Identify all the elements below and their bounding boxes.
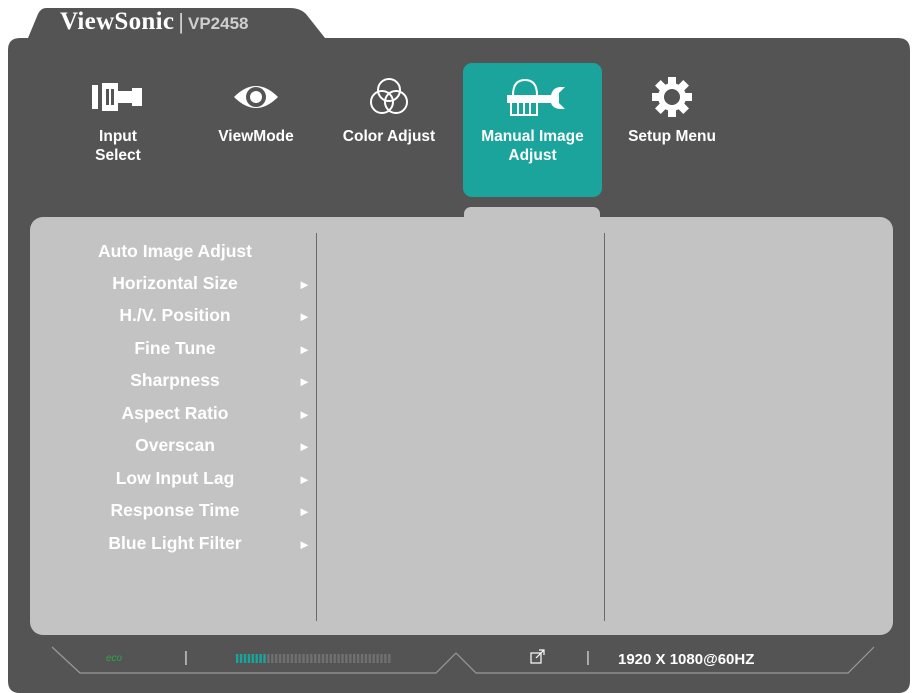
- tab-viewmode[interactable]: ViewMode: [200, 63, 312, 197]
- submenu-arrow-icon: ►: [298, 472, 311, 487]
- energy-segment: [263, 654, 266, 663]
- tab-label: Manual Image Adjust: [481, 128, 584, 164]
- tab-label: Setup Menu: [628, 128, 716, 145]
- input-select-icon: [88, 75, 148, 119]
- energy-segment: [282, 654, 286, 663]
- status-separator: |: [184, 649, 188, 666]
- tab-input-select[interactable]: Input Select: [62, 63, 174, 197]
- brand-header: ViewSonic | VP2458: [60, 8, 249, 38]
- tab-label: ViewMode: [218, 128, 294, 145]
- menu-item-label: Sharpness: [130, 370, 220, 390]
- menu-item-hv-position[interactable]: H./V. Position ►: [60, 302, 320, 330]
- tab-setup-menu[interactable]: Setup Menu: [613, 63, 731, 197]
- energy-segment: [376, 654, 379, 663]
- status-separator: |: [586, 649, 590, 666]
- menu-item-response-time[interactable]: Response Time ►: [60, 497, 320, 525]
- submenu-arrow-icon: ►: [298, 504, 311, 519]
- energy-segment: [271, 654, 274, 663]
- menu-item-blue-light-filter[interactable]: Blue Light Filter ►: [60, 530, 320, 558]
- gear-icon: [650, 75, 694, 119]
- energy-segment: [325, 654, 329, 663]
- submenu-arrow-icon: ►: [298, 439, 311, 454]
- energy-meter: [236, 654, 391, 663]
- energy-segment: [360, 654, 364, 663]
- energy-segment: [388, 654, 391, 663]
- energy-segment: [349, 654, 352, 663]
- energy-segment: [372, 654, 375, 663]
- energy-segment: [239, 654, 243, 663]
- energy-segment: [247, 654, 251, 663]
- energy-segment: [290, 654, 293, 663]
- energy-segment: [275, 654, 278, 663]
- menu-item-overscan[interactable]: Overscan ►: [60, 432, 320, 460]
- resolution-readout: 1920 X 1080@60HZ: [618, 651, 755, 668]
- column-divider: [604, 233, 605, 621]
- menu-item-label: Response Time: [110, 500, 240, 520]
- menu-item-sharpness[interactable]: Sharpness ►: [60, 367, 320, 395]
- eco-mode-icon: eco: [106, 653, 123, 664]
- menu-item-label: Overscan: [135, 435, 215, 455]
- brand-model: VP2458: [188, 14, 249, 33]
- energy-segment: [243, 654, 247, 663]
- energy-segment: [337, 654, 340, 663]
- menu-item-label: Fine Tune: [134, 338, 216, 358]
- energy-segment: [353, 654, 356, 663]
- energy-segment: [364, 654, 368, 663]
- eye-icon: [231, 75, 281, 119]
- submenu-arrow-icon: ►: [298, 342, 311, 357]
- energy-segment: [278, 654, 282, 663]
- energy-segment: [236, 654, 239, 663]
- status-bar: [51, 646, 875, 674]
- energy-segment: [356, 654, 360, 663]
- energy-segment: [267, 654, 270, 663]
- energy-segment: [345, 654, 348, 663]
- tab-label: Input Select: [95, 128, 141, 164]
- menu-item-label: Low Input Lag: [115, 468, 235, 488]
- energy-segment: [259, 654, 262, 663]
- tab-color-adjust[interactable]: Color Adjust: [328, 63, 450, 197]
- input-source-icon: [530, 649, 545, 664]
- energy-segment: [255, 654, 258, 663]
- color-circles-icon: [366, 75, 412, 119]
- energy-segment: [368, 654, 371, 663]
- energy-segment: [251, 654, 254, 663]
- energy-segment: [380, 654, 383, 663]
- submenu-arrow-icon: ►: [298, 407, 311, 422]
- energy-segment: [333, 654, 336, 663]
- menu-item-low-input-lag[interactable]: Low Input Lag ►: [60, 465, 320, 493]
- energy-segment: [329, 654, 332, 663]
- menu-item-fine-tune[interactable]: Fine Tune ►: [60, 335, 320, 363]
- energy-segment: [341, 654, 344, 663]
- energy-segment: [306, 654, 309, 663]
- menu-item-label: H./V. Position: [119, 305, 231, 325]
- energy-segment: [314, 654, 317, 663]
- energy-segment: [302, 654, 305, 663]
- energy-segment: [294, 654, 297, 663]
- hand-wrench-icon: [497, 75, 569, 119]
- energy-segment: [310, 654, 313, 663]
- submenu-arrow-icon: ►: [298, 374, 311, 389]
- tab-manual-image-adjust[interactable]: Manual Image Adjust: [463, 63, 602, 197]
- submenu-arrow-icon: ►: [298, 537, 311, 552]
- submenu-arrow-icon: ►: [298, 277, 311, 292]
- menu-item-label: Horizontal Size: [112, 273, 238, 293]
- menu-item-aspect-ratio[interactable]: Aspect Ratio ►: [60, 400, 320, 428]
- monitor-osd: ViewSonic | VP2458 Input Select ViewMode: [0, 0, 918, 693]
- menu-item-label: Auto Image Adjust: [98, 241, 252, 261]
- menu-item-label: Blue Light Filter: [108, 533, 242, 553]
- menu-item-label: Aspect Ratio: [121, 403, 229, 423]
- energy-segment: [384, 654, 387, 663]
- menu-item-horizontal-size[interactable]: Horizontal Size ►: [60, 270, 320, 298]
- submenu-arrow-icon: ►: [298, 309, 311, 324]
- energy-segment: [298, 654, 301, 663]
- menu-item-auto-image-adjust[interactable]: Auto Image Adjust: [60, 238, 320, 266]
- brand-separator: |: [178, 9, 184, 34]
- energy-segment: [317, 654, 321, 663]
- energy-segment: [286, 654, 290, 663]
- energy-segment: [321, 654, 325, 663]
- brand-name: ViewSonic: [60, 8, 175, 35]
- tab-label: Color Adjust: [342, 128, 436, 145]
